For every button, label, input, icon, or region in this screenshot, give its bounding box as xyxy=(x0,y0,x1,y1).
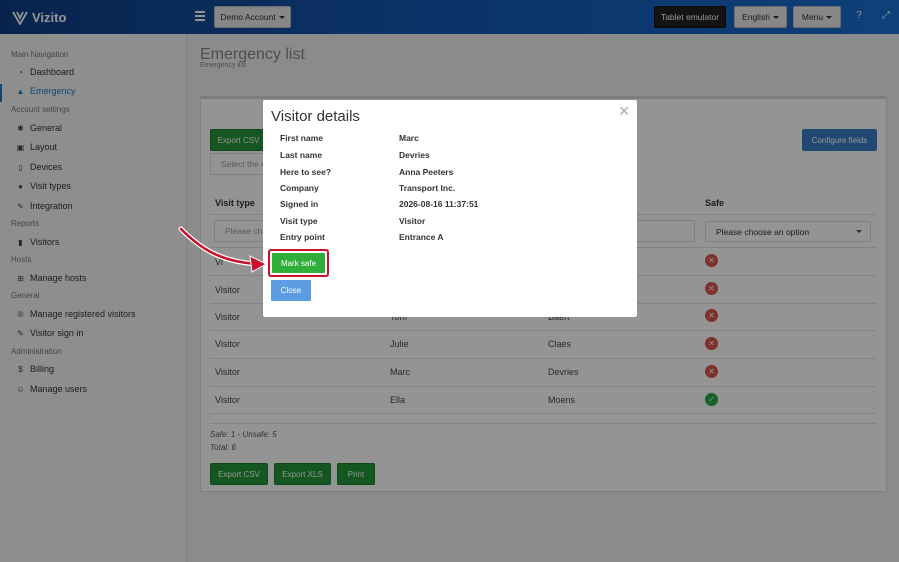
field-value-company: Transport Inc. xyxy=(399,183,456,193)
field-label-entry-point: Entry point xyxy=(280,232,325,242)
field-label-last-name: Last name xyxy=(280,150,323,160)
field-value-signed-in: 2026-08-16 11:37:51 xyxy=(399,199,479,209)
mark-safe-highlight: Mark safe xyxy=(268,249,329,277)
field-value-here-to-see: Anna Peeters xyxy=(399,167,454,177)
field-label-first-name: First name xyxy=(280,133,323,143)
field-label-here-to-see: Here to see? xyxy=(280,167,332,177)
field-label-visit-type: Visit type xyxy=(280,216,318,226)
field-value-entry-point: Entrance A xyxy=(399,232,444,242)
field-value-first-name: Marc xyxy=(399,133,419,143)
field-value-visit-type: Visitor xyxy=(399,216,426,226)
visitor-details-modal: Visitor details ✕ First name Marc Last n… xyxy=(263,100,637,317)
field-label-signed-in: Signed in xyxy=(280,199,319,209)
field-value-last-name: Devries xyxy=(399,150,430,160)
field-label-company: Company xyxy=(280,183,319,193)
close-button[interactable]: Close xyxy=(271,280,311,301)
modal-title: Visitor details xyxy=(271,108,360,125)
mark-safe-button[interactable]: Mark safe xyxy=(272,253,325,273)
close-icon[interactable]: ✕ xyxy=(618,103,630,120)
